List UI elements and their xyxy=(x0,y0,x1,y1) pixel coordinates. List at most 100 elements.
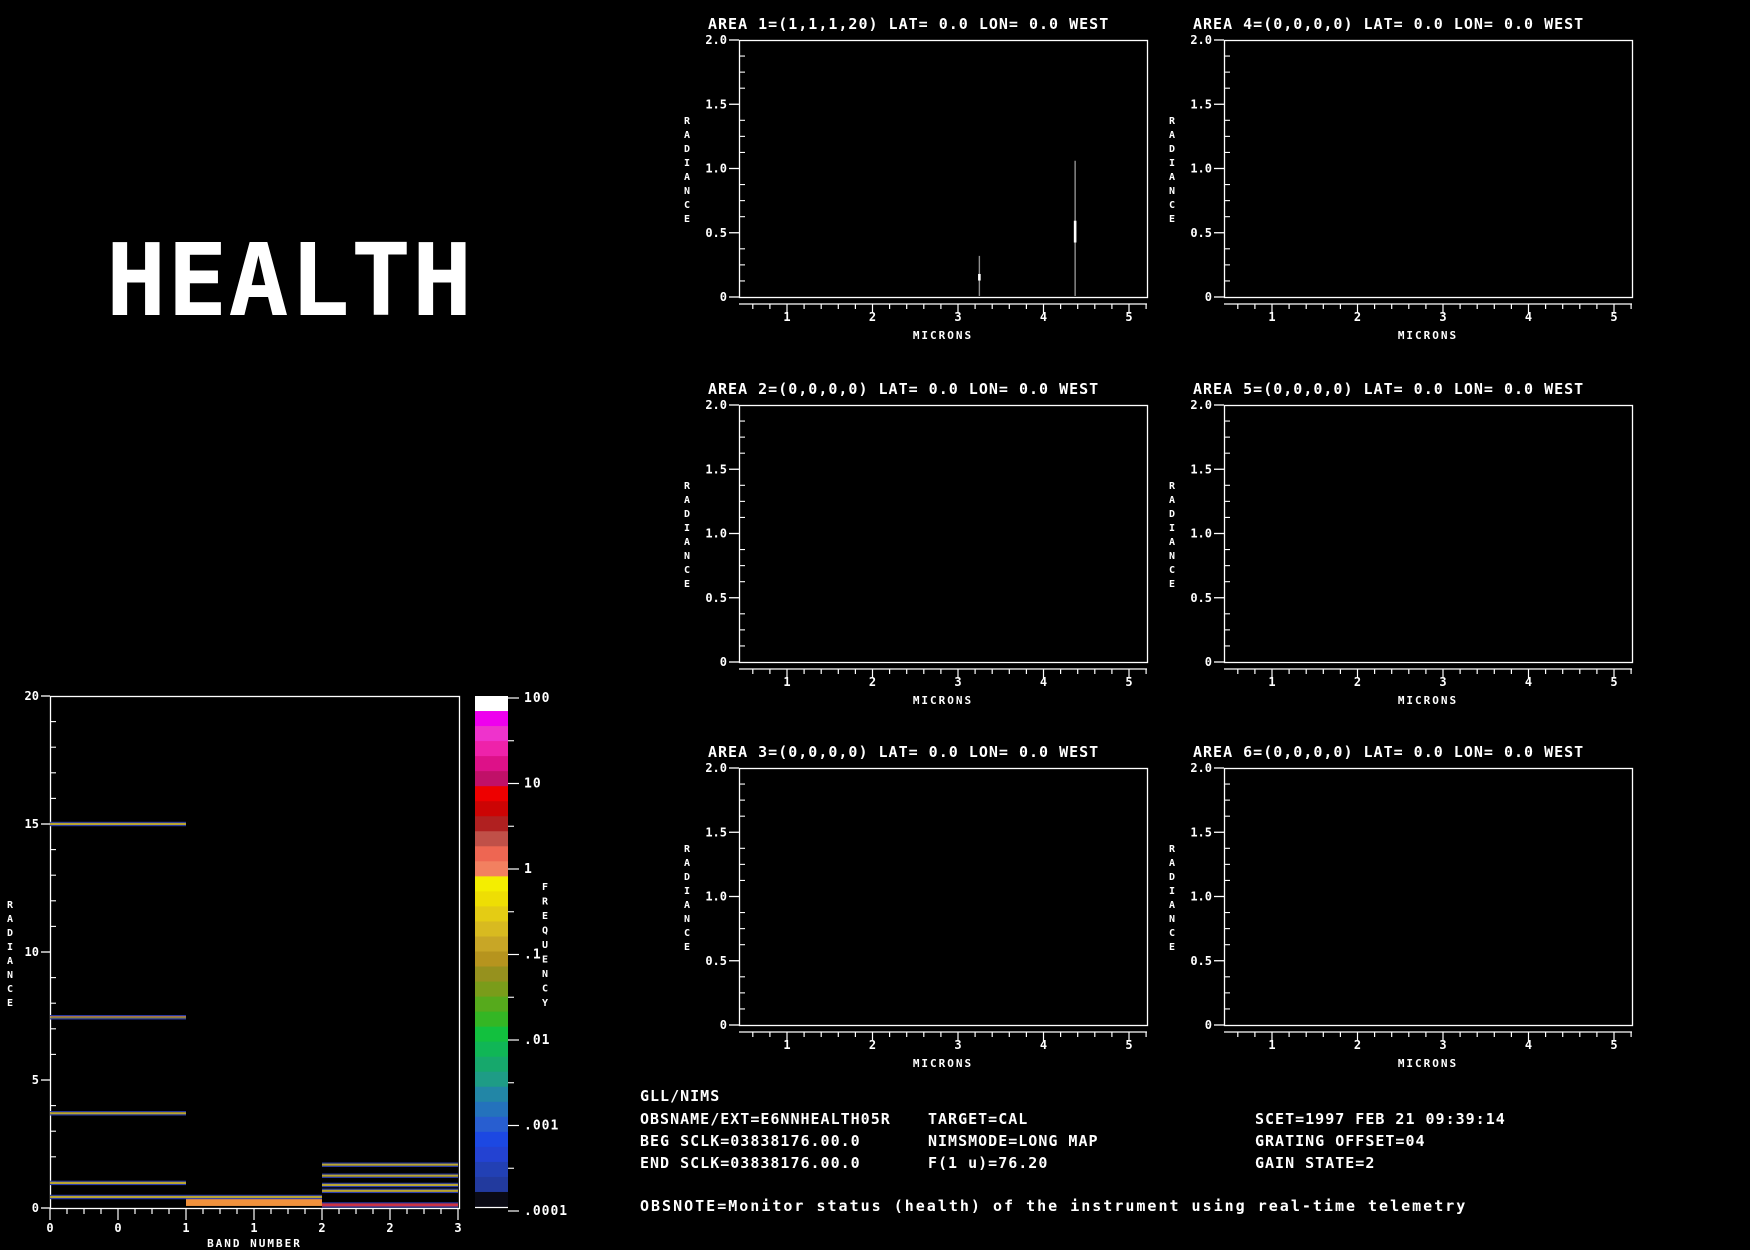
y-tick-label: 1.0 xyxy=(705,527,727,541)
area-6-panel: AREA 6=(0,0,0,0) LAT= 0.0 LON= 0.0 WEST 0… xyxy=(1169,743,1634,1070)
obsname-label: OBSNAME/EXT=E6NNHEALTH05R xyxy=(640,1110,891,1128)
colorbar-tick-label: 1 xyxy=(524,862,533,877)
area-4-title: AREA 4=(0,0,0,0) LAT= 0.0 LON= 0.0 WEST xyxy=(1193,15,1584,33)
y-axis-label: R xyxy=(1169,116,1176,127)
scet-label: SCET=1997 FEB 21 09:39:14 xyxy=(1255,1110,1506,1128)
y-axis-label: E xyxy=(684,942,690,953)
colorbar-block xyxy=(475,1116,508,1133)
y-axis-label: R xyxy=(684,481,691,492)
colorbar-block xyxy=(475,891,508,907)
y-axis-label: C xyxy=(1169,565,1175,576)
x-tick-label: 3 xyxy=(454,1221,461,1235)
y-axis-label: E xyxy=(7,998,13,1009)
y-axis-label: I xyxy=(684,158,690,169)
x-tick-label: 2 xyxy=(869,675,876,689)
colorbar-block xyxy=(475,966,508,983)
colorbar-block xyxy=(475,831,508,847)
x-tick-label: 1 xyxy=(182,1221,189,1235)
colorbar-block xyxy=(475,1146,508,1163)
x-axis-label: MICRONS xyxy=(913,1057,973,1070)
colorbar-tick-label: .01 xyxy=(524,1033,550,1048)
colorbar-block xyxy=(475,1011,508,1028)
y-axis-label: A xyxy=(684,495,690,506)
x-tick-label: 2 xyxy=(1354,310,1361,324)
area-5-title: AREA 5=(0,0,0,0) LAT= 0.0 LON= 0.0 WEST xyxy=(1193,380,1584,398)
colorbar-axis-label: R xyxy=(542,897,549,908)
trace-line xyxy=(50,1112,186,1115)
trace-edge xyxy=(50,821,186,823)
y-axis-label: N xyxy=(684,551,690,562)
area-2-title: AREA 2=(0,0,0,0) LAT= 0.0 LON= 0.0 WEST xyxy=(708,380,1099,398)
colorbar-tick-label: .001 xyxy=(524,1119,559,1134)
y-axis-label: C xyxy=(1169,928,1175,939)
x-tick-label: 2 xyxy=(386,1221,393,1235)
histogram-bar xyxy=(186,1198,322,1206)
y-axis-label: D xyxy=(7,928,13,939)
y-tick-label: 0.5 xyxy=(1190,591,1212,605)
y-tick-label: 2.0 xyxy=(1190,398,1212,412)
x-axis-label: MICRONS xyxy=(913,329,973,342)
trace-edge xyxy=(322,1191,458,1194)
colorbar-axis-label: E xyxy=(542,911,548,922)
colorbar-block xyxy=(475,1071,508,1088)
frequency-colorbar: 100101.1.01.001.0001FREQUENCY xyxy=(475,691,567,1219)
y-axis-label: N xyxy=(684,186,690,197)
colorbar-block xyxy=(475,936,508,952)
y-axis-label: R xyxy=(7,900,14,911)
trace-edge xyxy=(50,1180,186,1182)
y-axis-label: N xyxy=(684,914,690,925)
y-axis-label: I xyxy=(1169,158,1175,169)
y-tick-label: 5 xyxy=(32,1073,39,1087)
colorbar-axis-label: N xyxy=(542,969,548,980)
y-tick-label: 1.0 xyxy=(705,162,727,176)
colorbar-block xyxy=(475,1191,508,1208)
colorbar-block xyxy=(475,1176,508,1193)
colorbar-block xyxy=(475,756,508,772)
colorbar-block xyxy=(475,711,508,727)
y-tick-label: 1.0 xyxy=(1190,162,1212,176)
trace-edge xyxy=(322,1188,458,1190)
x-tick-label: 5 xyxy=(1125,310,1132,324)
x-tick-label: 3 xyxy=(954,675,961,689)
colorbar-axis-label: F xyxy=(542,882,548,893)
y-tick-label: 0.5 xyxy=(1190,954,1212,968)
trace-line xyxy=(322,1183,458,1187)
nimsmode-label: NIMSMODE=LONG MAP xyxy=(928,1132,1099,1150)
y-axis-label: A xyxy=(684,130,690,141)
colorbar-block xyxy=(475,981,508,998)
trace-edge xyxy=(322,1182,458,1184)
y-axis-label: A xyxy=(684,537,690,548)
x-tick-label: 5 xyxy=(1610,310,1617,324)
y-axis-label: A xyxy=(684,858,690,869)
y-tick-label: 2.0 xyxy=(1190,761,1212,775)
y-axis-label: A xyxy=(1169,172,1175,183)
colorbar-block xyxy=(475,1026,508,1043)
x-tick-label: 1 xyxy=(1268,675,1275,689)
colorbar-block xyxy=(475,696,508,712)
colorbar-block xyxy=(475,996,508,1013)
x-tick-label: 4 xyxy=(1040,1038,1047,1052)
colorbar-block xyxy=(475,1131,508,1148)
colorbar-block xyxy=(475,816,508,832)
y-tick-label: 0.5 xyxy=(705,226,727,240)
x-tick-label: 3 xyxy=(954,310,961,324)
y-tick-label: 1.5 xyxy=(705,97,727,111)
trace-edge xyxy=(322,1202,458,1204)
y-tick-label: 10 xyxy=(25,945,39,959)
y-tick-label: 2.0 xyxy=(705,33,727,47)
y-tick-label: 15 xyxy=(25,817,39,831)
x-tick-label: 5 xyxy=(1125,1038,1132,1052)
area-3-title: AREA 3=(0,0,0,0) LAT= 0.0 LON= 0.0 WEST xyxy=(708,743,1099,761)
colorbar-block xyxy=(475,906,508,922)
y-tick-label: 2.0 xyxy=(1190,33,1212,47)
x-tick-label: 3 xyxy=(1439,310,1446,324)
x-tick-label: 1 xyxy=(783,675,790,689)
colorbar-block xyxy=(475,786,508,802)
plots-canvas: AREA 1=(1,1,1,20) LAT= 0.0 LON= 0.0 WEST… xyxy=(7,15,1634,1250)
plot-frame xyxy=(1223,767,1634,1027)
y-axis-label: N xyxy=(1169,914,1175,925)
colorbar-tick-label: 10 xyxy=(524,777,542,792)
grating-offset-label: GRATING OFFSET=04 xyxy=(1255,1132,1426,1150)
trace-edge xyxy=(322,1186,458,1188)
gain-state-label: GAIN STATE=2 xyxy=(1255,1154,1376,1172)
